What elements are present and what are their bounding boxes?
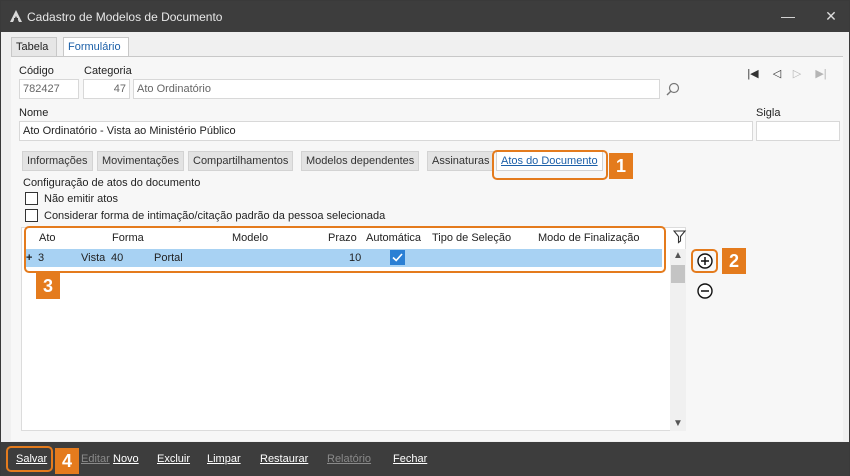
window-title: Cadastro de Modelos de Documento	[27, 10, 223, 24]
nome-label: Nome	[19, 107, 49, 119]
nao-emitir-atos-label: Não emitir atos	[44, 193, 118, 205]
categoria-code-field[interactable]: 47	[83, 79, 130, 99]
excluir-button[interactable]: Excluir	[157, 453, 190, 465]
categoria-label: Categoria	[84, 65, 132, 77]
tab-tabela-label: Tabela	[16, 41, 49, 53]
tab-formulario[interactable]: Formulário	[63, 37, 129, 56]
subtab-informacoes[interactable]: Informações	[22, 151, 93, 171]
editar-button[interactable]: Editar	[81, 453, 110, 465]
sigla-label: Sigla	[756, 107, 781, 119]
codigo-field[interactable]: 782427	[19, 79, 79, 99]
first-record-button[interactable]: |◀	[745, 66, 761, 82]
callout-2-badge: 2	[722, 248, 746, 274]
app-logo-icon	[10, 10, 22, 22]
callout-1-frame	[492, 150, 608, 180]
codigo-label: Código	[19, 65, 54, 77]
relatorio-button[interactable]: Relatório	[327, 453, 371, 465]
subtab-compartilhamentos[interactable]: Compartilhamentos	[188, 151, 294, 171]
novo-button[interactable]: Novo	[113, 453, 139, 465]
title-bar: Cadastro de Modelos de Documento — ✕	[1, 1, 849, 32]
callout-3-frame	[24, 226, 666, 273]
tab-tabela[interactable]: Tabela	[11, 37, 57, 56]
limpar-button[interactable]: Limpar	[207, 453, 241, 465]
nao-emitir-atos-checkbox[interactable]	[25, 192, 38, 205]
tab-formulario-label: Formulário	[68, 41, 121, 53]
scroll-down-icon[interactable]: ▼	[673, 418, 683, 429]
next-record-button[interactable]: ▷	[789, 66, 805, 82]
nome-field[interactable]: Ato Ordinatório - Vista ao Ministério Pú…	[19, 121, 753, 141]
remove-row-icon[interactable]	[696, 282, 714, 300]
callout-4-badge: 4	[55, 448, 79, 474]
considerar-forma-label: Considerar forma de intimação/citação pa…	[44, 210, 386, 222]
fechar-button[interactable]: Fechar	[393, 453, 427, 465]
main-window: Cadastro de Modelos de Documento — ✕ Tab…	[0, 0, 850, 476]
section-title: Configuração de atos do documento	[23, 177, 201, 189]
search-icon[interactable]	[665, 81, 681, 97]
sigla-field[interactable]	[756, 121, 840, 141]
last-record-button[interactable]: ▶|	[813, 66, 829, 82]
callout-1-badge: 1	[609, 153, 633, 179]
subtab-assinaturas[interactable]: Assinaturas	[427, 151, 495, 171]
considerar-forma-checkbox[interactable]	[25, 209, 38, 222]
restaurar-button[interactable]: Restaurar	[260, 453, 308, 465]
salvar-button[interactable]: Salvar	[16, 453, 47, 465]
callout-3-badge: 3	[36, 273, 60, 299]
previous-record-button[interactable]: ◁	[769, 66, 785, 82]
categoria-name-field[interactable]: Ato Ordinatório	[133, 79, 660, 99]
close-button[interactable]: ✕	[820, 6, 842, 26]
minimize-button[interactable]: —	[777, 6, 799, 26]
filter-icon[interactable]	[673, 230, 687, 244]
subtab-movimentacoes[interactable]: Movimentações	[97, 151, 185, 171]
add-row-icon[interactable]	[696, 252, 714, 270]
scroll-thumb[interactable]	[671, 265, 685, 283]
scroll-up-icon[interactable]: ▲	[673, 250, 683, 261]
subtab-modelos-dependentes[interactable]: Modelos dependentes	[301, 151, 420, 171]
